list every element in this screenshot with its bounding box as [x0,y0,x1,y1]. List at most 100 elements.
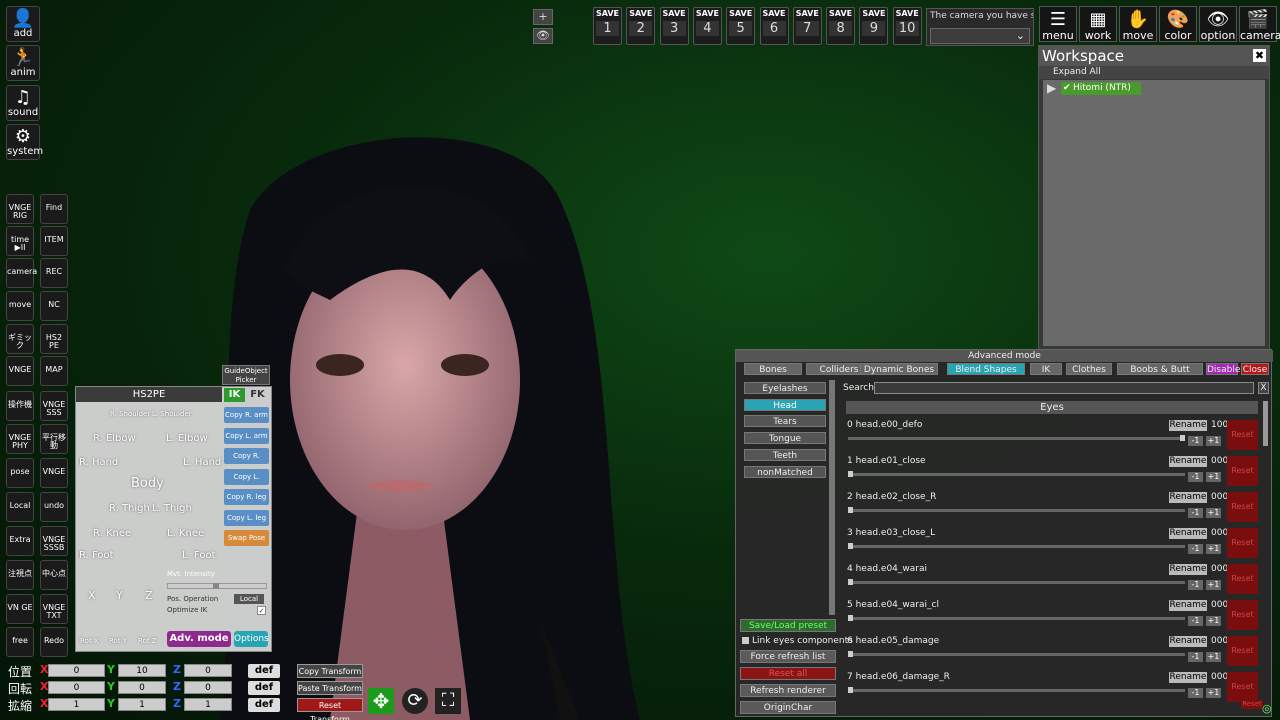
resize-handle-icon[interactable]: ◎ [1262,702,1274,715]
slider-knob[interactable] [848,507,853,513]
tab-clothes[interactable]: Clothes [1066,363,1112,375]
blend-shape-slider[interactable] [848,471,1185,477]
transform-x-input[interactable]: 1 [48,698,105,711]
category-head[interactable]: Head [744,398,826,411]
category-tears[interactable]: Tears [744,415,826,428]
save-slot-button[interactable]: SAVE 7 [792,7,822,45]
transform-y-input[interactable]: 10 [118,664,166,677]
r-thigh-button[interactable]: R. Thigh [109,503,150,514]
tool-button[interactable]: VNGE [40,458,68,488]
tab-bones[interactable]: Bones [744,363,802,375]
save-slot-button[interactable]: SAVE 1 [593,7,622,45]
tool-button[interactable]: VN GE [6,594,34,624]
rot-x-button[interactable]: Rot X [80,637,99,645]
fk-button[interactable]: FK [247,388,268,402]
transform-y-input[interactable]: 1 [118,698,166,711]
x-axis-label[interactable]: X [88,589,96,602]
move-gizmo-icon[interactable]: ✥ [368,688,394,714]
tab-ik[interactable]: IK [1030,363,1062,375]
tool-button[interactable]: time ▶II [6,226,34,256]
list-scrollbar[interactable] [1263,401,1268,446]
search-input[interactable] [874,382,1254,394]
y-axis-label[interactable]: Y [116,589,123,602]
expand-all-button[interactable]: Expand All [1039,66,1269,79]
l-elbow-button[interactable]: L. Elbow [166,433,208,444]
l-knee-button[interactable]: L. Knee [167,528,204,539]
slider-knob[interactable] [848,579,853,585]
transform-z-input[interactable]: 0 [184,681,232,694]
save-slot-button[interactable]: SAVE 3 [659,7,689,45]
tab-disable[interactable]: Disable [1206,363,1240,375]
reset-small-button[interactable]: Reset [1241,700,1263,709]
work-button[interactable]: ▦ work [1079,6,1117,42]
tool-button[interactable]: free [6,627,34,657]
adv-mode-button[interactable]: Adv. mode [167,631,231,647]
triangle-icon[interactable]: ▶ [1047,81,1056,95]
rename-button[interactable]: Rename [1169,672,1207,683]
reset-button[interactable]: Reset [1227,636,1258,666]
rot-z-button[interactable]: Rot Z [138,637,157,645]
plus-one-button[interactable]: +1 [1206,688,1221,698]
slider-knob[interactable] [848,615,853,621]
blend-shape-slider[interactable] [848,579,1185,585]
sound-button[interactable]: ♫ sound [6,85,40,121]
copy-limb-button[interactable]: Copy L. leg [224,509,269,526]
tool-button[interactable]: MAP [40,356,68,386]
plus-one-button[interactable]: +1 [1206,652,1221,662]
rename-button[interactable]: Rename [1169,420,1207,431]
def-button[interactable]: def [248,664,280,678]
tool-button[interactable]: 平行移動 [40,424,68,454]
plus-one-button[interactable]: +1 [1206,580,1221,590]
r-knee-button[interactable]: R. Knee [93,528,131,539]
slider-knob[interactable] [848,543,853,549]
origin-char-button[interactable]: OriginChar [740,701,836,714]
save-slot-button[interactable]: SAVE 8 [826,7,856,45]
blend-shape-slider[interactable] [848,507,1185,513]
anim-button[interactable]: 🏃 anim [6,45,40,81]
minus-one-button[interactable]: -1 [1188,544,1203,554]
tool-button[interactable]: VNGE SSSB [40,526,68,556]
tool-button[interactable]: VNGE TXT [40,594,68,624]
z-axis-label[interactable]: Z [145,589,153,602]
eyes-group-header[interactable]: Eyes [846,401,1258,414]
rename-button[interactable]: Rename [1169,636,1207,647]
save-slot-button[interactable]: SAVE 6 [759,7,789,45]
system-button[interactable]: ⚙ system [6,124,43,160]
copy-limb-button[interactable]: Copy L. hand [224,468,269,497]
tab-boobs-butt[interactable]: Boobs & Butt [1117,363,1203,375]
minus-one-button[interactable]: -1 [1188,436,1203,446]
tab-blend-shapes[interactable]: Blend Shapes [947,363,1025,375]
transform-z-input[interactable]: 1 [184,698,232,711]
rename-button[interactable]: Rename [1169,564,1207,575]
r-foot-button[interactable]: R. Foot [79,550,114,561]
l-thigh-button[interactable]: L. Thigh [152,503,192,514]
blend-shape-slider[interactable] [848,651,1185,657]
tool-button[interactable]: HS2 PE [40,324,68,354]
rename-button[interactable]: Rename [1169,600,1207,611]
tool-button[interactable]: 中心点 [40,560,68,590]
reset-button[interactable]: Reset [1227,420,1258,450]
transform-x-input[interactable]: 0 [48,664,105,677]
slider-knob[interactable] [848,471,853,477]
category-scrollbar[interactable] [829,380,835,615]
blend-shape-slider[interactable] [848,435,1185,441]
camera-dropdown[interactable]: ⌄ [930,28,1030,44]
copy-limb-button[interactable]: Copy R. arm [224,407,269,423]
options-button[interactable]: Options [234,631,269,647]
l-foot-button[interactable]: L. Foot [182,550,215,561]
l-shoulder-button[interactable]: L. Shoulder [152,410,192,418]
plus-one-button[interactable]: +1 [1206,508,1221,518]
tool-button[interactable]: 操作機 [6,391,34,421]
minus-one-button[interactable]: -1 [1188,688,1203,698]
copy-limb-button[interactable]: Copy L. arm [224,427,269,444]
reset-transform-button[interactable]: Reset Transform [297,698,363,720]
tool-button[interactable]: ギミック [6,324,34,354]
tool-button[interactable]: VNGE SSS [40,391,68,421]
category-nonmatched[interactable]: nonMatched [744,465,826,478]
reset-button[interactable]: Reset [1227,600,1258,630]
local-button[interactable]: Local [234,594,264,604]
transform-y-input[interactable]: 0 [118,681,166,694]
guide-object-picker-button[interactable]: GuideObject Picker [222,365,270,385]
category-tongue[interactable]: Tongue [744,432,826,445]
plus-button[interactable]: + [533,9,553,25]
